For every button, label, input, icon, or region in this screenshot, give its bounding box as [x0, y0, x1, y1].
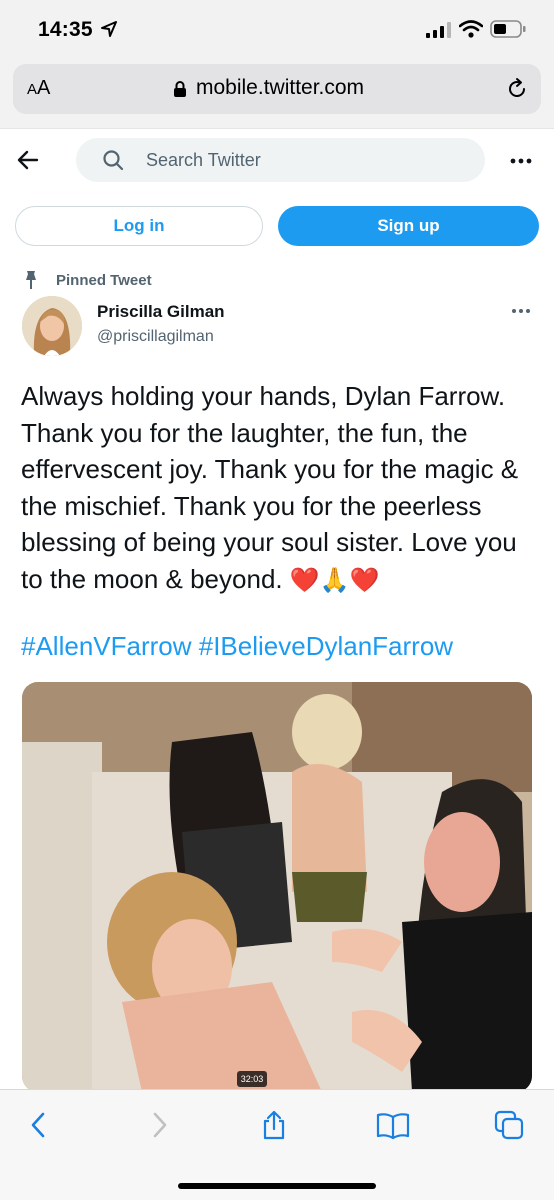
browser-address-area: AA mobile.twitter.com — [0, 58, 554, 128]
wifi-icon — [459, 20, 483, 38]
back-arrow-icon[interactable] — [17, 149, 39, 171]
twitter-header: Search Twitter — [0, 128, 554, 192]
signup-button[interactable]: Sign up — [278, 206, 539, 246]
chevron-right-icon[interactable] — [144, 1110, 174, 1140]
tabs-icon[interactable] — [494, 1110, 524, 1140]
avatar-image — [22, 296, 82, 356]
reader-settings-button[interactable]: AA — [27, 77, 50, 100]
pinned-tweet-label: Pinned Tweet — [56, 272, 152, 289]
author-handle[interactable]: @priscillagilman — [97, 328, 214, 346]
tweet-body: Always holding your hands, Dylan Farrow.… — [21, 381, 519, 594]
heart-emoji: ❤️ — [349, 566, 380, 594]
avatar[interactable] — [22, 296, 82, 356]
reload-icon[interactable] — [505, 77, 529, 101]
tweet-text: Always holding your hands, Dylan Farrow.… — [21, 378, 536, 599]
share-icon[interactable] — [259, 1110, 289, 1140]
search-icon — [103, 150, 124, 171]
lock-icon — [174, 81, 186, 97]
status-bar: 14:35 — [0, 0, 554, 58]
video-duration-badge: 32:03 — [237, 1071, 267, 1087]
more-icon[interactable] — [509, 151, 533, 171]
more-icon[interactable] — [510, 302, 532, 320]
tweet-video[interactable] — [22, 682, 532, 1092]
location-arrow-icon — [101, 21, 117, 37]
url-text[interactable]: mobile.twitter.com — [196, 76, 364, 100]
address-bar[interactable]: AA mobile.twitter.com — [13, 64, 541, 114]
hashtags-link[interactable]: #AllenVFarrow #IBelieveDylanFarrow — [21, 631, 453, 662]
battery-icon — [490, 20, 526, 38]
video-thumbnail — [22, 682, 532, 1092]
search-input[interactable]: Search Twitter — [76, 138, 485, 182]
status-time: 14:35 — [38, 18, 93, 41]
praying-hands-emoji: 🙏 — [319, 566, 350, 594]
search-placeholder: Search Twitter — [146, 150, 261, 170]
chevron-left-icon[interactable] — [24, 1110, 54, 1140]
signal-icon — [426, 22, 451, 38]
pin-icon — [26, 271, 36, 289]
heart-emoji: ❤️ — [289, 566, 320, 594]
login-button[interactable]: Log in — [15, 206, 263, 246]
home-indicator — [178, 1183, 376, 1189]
author-name[interactable]: Priscilla Gilman — [97, 302, 225, 322]
bookmarks-icon[interactable] — [376, 1110, 410, 1140]
